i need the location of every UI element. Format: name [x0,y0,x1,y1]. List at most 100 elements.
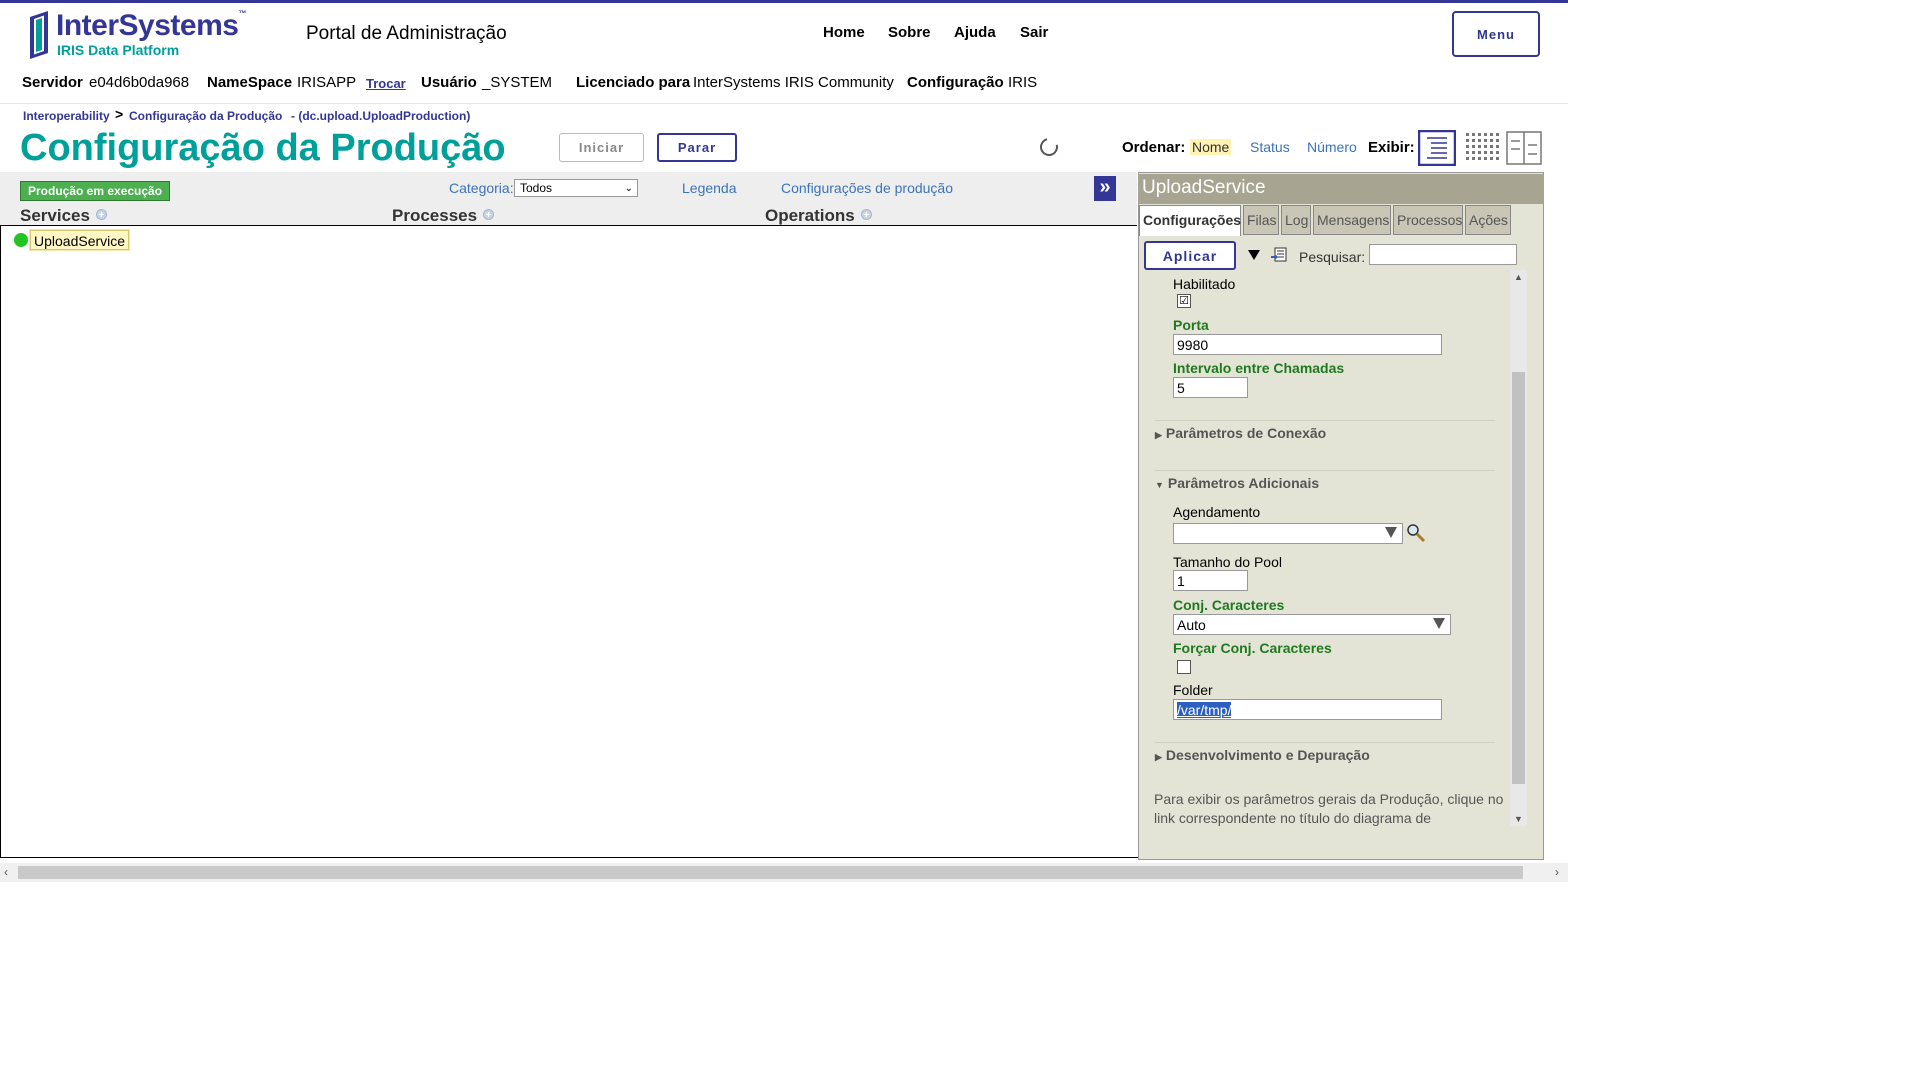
chevron-right-icon: ▶ [1155,752,1162,762]
breadcrumb-production-name: - (dc.upload.UploadProduction) [291,109,471,123]
charset-select[interactable]: Auto [1173,614,1451,635]
menu-button[interactable]: Menu [1452,11,1540,57]
portal-title: Portal de Administração [306,23,507,44]
nav-help-link[interactable]: Ajuda [954,24,996,41]
tab-messages[interactable]: Mensagens [1313,205,1391,235]
enabled-checkbox[interactable]: ☑ [1177,294,1191,308]
breadcrumb-separator: > [115,106,124,122]
search-label: Pesquisar: [1299,249,1366,265]
column-view-icon[interactable] [1506,130,1544,166]
call-interval-input[interactable]: 5 [1173,377,1248,398]
service-item-uploadservice[interactable]: UploadService [30,230,130,250]
breadcrumb-interoperability[interactable]: Interoperability [23,109,110,123]
horizontal-scrollbar[interactable]: ‹ › [0,863,1568,882]
scrollbar-thumb[interactable] [18,866,1523,879]
chevron-right-icon: ▶ [1155,430,1162,440]
folder-input[interactable]: /var/tmp/ [1173,699,1442,720]
expand-all-icon[interactable] [1248,250,1260,260]
list-view-icon[interactable] [1418,130,1456,166]
expand-panel-button[interactable]: » [1094,176,1116,201]
connection-settings-section[interactable]: ▶ Parâmetros de Conexão [1155,425,1326,441]
switch-namespace-link[interactable]: Trocar [366,76,406,91]
legend-link[interactable]: Legenda [682,180,737,196]
add-operation-icon[interactable]: + [860,209,872,221]
start-button[interactable]: Iniciar [559,133,644,162]
processes-column-header: Processes + [392,206,495,226]
configuration-label: Configuração [907,74,1004,91]
logo-text: InterSystems™ [56,9,246,42]
service-status-indicator [14,233,28,247]
scrollbar-thumb[interactable] [1512,372,1525,784]
tab-actions[interactable]: Ações [1465,205,1511,235]
scroll-right-icon[interactable]: › [1555,865,1559,879]
add-process-icon[interactable]: + [483,209,495,221]
nav-home-link[interactable]: Home [823,24,865,41]
dropdown-arrow-icon [1433,618,1445,629]
charset-label: Conj. Caracteres [1173,597,1285,613]
server-label: Servidor [22,74,83,91]
grid-view-icon[interactable] [1463,130,1501,166]
port-label: Porta [1173,317,1209,333]
page-title: Configuração da Produção [20,127,506,169]
schedule-label: Agendamento [1173,504,1261,520]
stop-button[interactable]: Parar [657,133,737,162]
add-service-icon[interactable]: + [95,209,107,221]
scroll-down-icon[interactable]: ▼ [1510,814,1527,824]
tab-log[interactable]: Log [1281,205,1311,235]
debug-settings-section[interactable]: ▶ Desenvolvimento e Depuração [1155,747,1370,763]
sort-by-name[interactable]: Nome [1190,139,1232,155]
app-header: InterSystems™ IRIS Data Platform Portal … [0,3,1568,104]
refresh-icon[interactable] [1036,134,1062,160]
category-label: Categoria: [449,180,514,196]
magnifier-icon[interactable] [1406,523,1426,543]
scroll-left-icon[interactable]: ‹ [4,865,8,879]
nav-about-link[interactable]: Sobre [888,24,931,41]
section-divider [1155,420,1495,421]
apply-button[interactable]: Aplicar [1144,241,1236,270]
services-column-header: Services + [20,206,107,226]
enabled-label: Habilitado [1173,276,1236,292]
document-icon[interactable] [1271,247,1288,263]
tab-processes[interactable]: Processos [1393,205,1463,235]
dropdown-arrow-icon [1385,527,1397,538]
user-value: _SYSTEM [482,74,553,91]
folder-label: Folder [1173,682,1213,698]
namespace-label: NameSpace [207,74,293,91]
view-label: Exibir: [1368,139,1415,156]
force-charset-label: Forçar Conj. Caracteres [1173,640,1332,656]
namespace-value: IRISAPP [297,74,357,91]
settings-scrollbar[interactable]: ▲ ▼ [1510,270,1527,826]
production-diagram [0,226,1139,858]
logo-subtitle: IRIS Data Platform [57,42,180,58]
category-select[interactable]: Todos ⌄ [514,179,638,197]
section-divider [1155,742,1495,743]
section-divider [1155,470,1495,471]
chevron-down-icon: ▼ [1155,480,1164,490]
user-label: Usuário [421,74,477,91]
pool-size-input[interactable]: 1 [1173,570,1248,591]
server-value: e04d6b0da968 [89,74,190,91]
sort-label: Ordenar: [1122,139,1186,156]
chevron-down-icon: ⌄ [624,183,633,194]
operations-column-header: Operations + [765,206,872,226]
production-status-badge: Produção em execução [20,181,171,201]
intersystems-logo-icon [30,11,48,59]
tab-queues[interactable]: Filas [1243,205,1279,235]
tab-settings[interactable]: Configurações [1139,205,1241,236]
configuration-value: IRIS [1008,74,1038,91]
force-charset-checkbox[interactable] [1177,660,1191,674]
nav-logout-link[interactable]: Sair [1020,24,1048,41]
sort-by-number[interactable]: Número [1307,139,1357,155]
additional-settings-section[interactable]: ▼ Parâmetros Adicionais [1155,475,1319,491]
production-settings-link[interactable]: Configurações de produção [781,180,953,196]
breadcrumb-production-config[interactable]: Configuração da Produção [129,109,282,123]
licensed-label: Licenciado para [576,74,691,91]
schedule-select[interactable] [1173,523,1403,544]
port-input[interactable]: 9980 [1173,334,1442,355]
sort-by-status[interactable]: Status [1250,139,1290,155]
pool-size-label: Tamanho do Pool [1173,554,1282,570]
call-interval-label: Intervalo entre Chamadas [1173,360,1345,376]
settings-panel-title: UploadService [1138,174,1544,204]
search-input[interactable] [1369,244,1517,265]
scroll-up-icon[interactable]: ▲ [1510,272,1527,282]
